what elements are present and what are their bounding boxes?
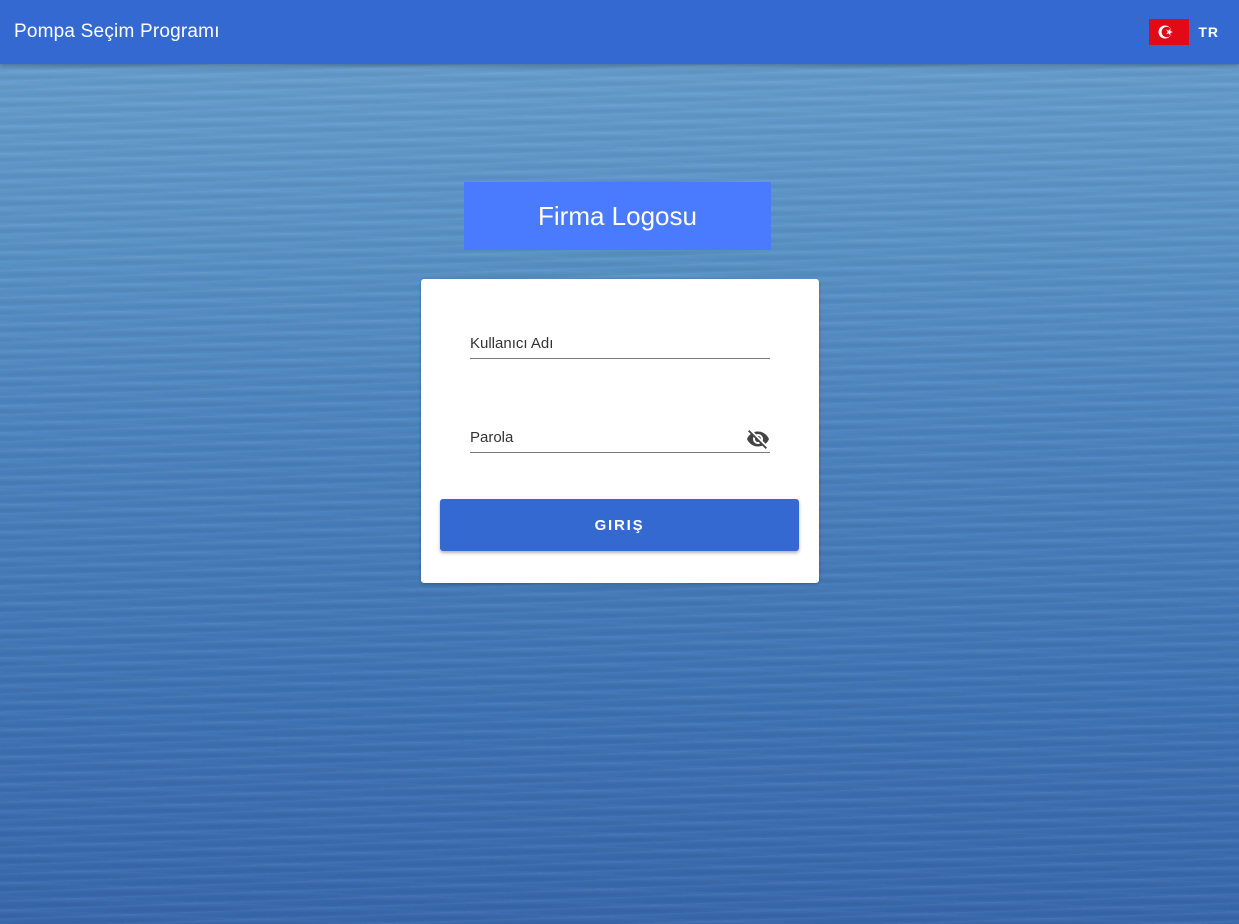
turkey-flag-icon xyxy=(1149,19,1190,45)
login-button[interactable]: GIRIŞ xyxy=(440,499,799,551)
company-logo: Firma Logosu xyxy=(464,182,771,250)
username-input[interactable] xyxy=(470,329,770,358)
login-card: GIRIŞ xyxy=(421,279,819,583)
password-input[interactable] xyxy=(470,423,738,452)
username-field xyxy=(470,329,770,359)
language-selector[interactable]: TR xyxy=(1149,19,1219,45)
language-code: TR xyxy=(1198,24,1219,40)
password-field xyxy=(470,423,770,453)
eye-off-icon[interactable] xyxy=(746,427,770,451)
company-logo-text: Firma Logosu xyxy=(538,200,697,231)
app-bar: Pompa Seçim Programı TR xyxy=(0,0,1239,64)
app-title: Pompa Seçim Programı xyxy=(14,21,220,42)
